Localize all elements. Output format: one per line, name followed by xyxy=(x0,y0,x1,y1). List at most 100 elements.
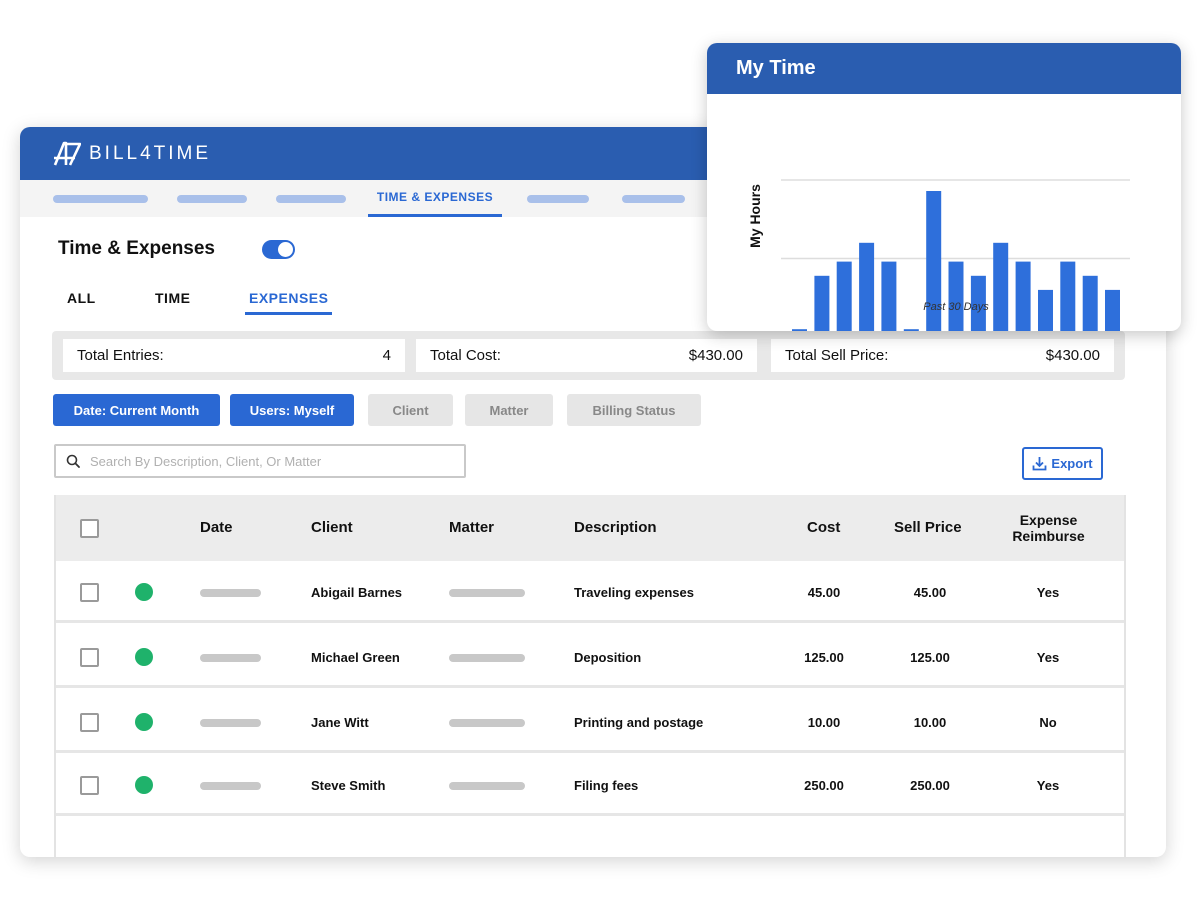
row-checkbox[interactable] xyxy=(80,713,99,732)
chart-bar[interactable] xyxy=(814,275,830,331)
row-description: Deposition xyxy=(574,650,642,665)
date-placeholder xyxy=(200,719,261,727)
subtab-all[interactable]: ALL xyxy=(67,290,96,306)
bill4time-logo-icon xyxy=(53,141,81,166)
search-input[interactable] xyxy=(90,453,450,469)
chart-bar[interactable] xyxy=(1082,275,1098,331)
row-cost: 45.00 xyxy=(807,585,841,600)
status-dot xyxy=(135,648,153,666)
my-hours-chart: My Hours Past 30 Days xyxy=(747,179,1130,331)
my-time-card: My Time My Hours Past 30 Days xyxy=(707,43,1181,331)
date-placeholder xyxy=(200,782,261,790)
subtab-expenses[interactable]: EXPENSES xyxy=(245,290,333,315)
nav-item-placeholder[interactable] xyxy=(527,195,589,203)
chart-bar[interactable] xyxy=(993,242,1009,331)
row-checkbox[interactable] xyxy=(80,583,99,602)
nav-item-placeholder[interactable] xyxy=(276,195,346,203)
chart-y-axis-label: My Hours xyxy=(747,184,763,248)
column-header-sell-price[interactable]: Sell Price xyxy=(894,519,962,536)
filter-users-button[interactable]: Users: Myself xyxy=(230,394,354,426)
row-sell-price: 125.00 xyxy=(910,650,950,665)
matter-placeholder xyxy=(449,654,525,662)
row-checkbox[interactable] xyxy=(80,776,99,795)
chart-bar[interactable] xyxy=(1105,289,1120,331)
table-row[interactable]: Michael Green Deposition 125.00 125.00 Y… xyxy=(56,626,1124,688)
row-checkbox[interactable] xyxy=(80,648,99,667)
subtab-time[interactable]: TIME xyxy=(155,290,190,306)
table-header: Date Client Matter Description Cost Sell… xyxy=(56,495,1124,561)
chart-bar[interactable] xyxy=(881,261,897,331)
filter-matter-button[interactable]: Matter xyxy=(465,394,553,426)
row-sell-price: 250.00 xyxy=(910,778,950,793)
row-reimburse: Yes xyxy=(1036,650,1060,665)
filter-billing-status-button[interactable]: Billing Status xyxy=(567,394,701,426)
column-header-date[interactable]: Date xyxy=(200,519,233,536)
select-all-checkbox[interactable] xyxy=(80,519,99,538)
download-icon xyxy=(1033,457,1047,471)
table-row[interactable]: Abigail Barnes Traveling expenses 45.00 … xyxy=(56,561,1124,623)
nav-item-placeholder[interactable] xyxy=(177,195,247,203)
status-dot xyxy=(135,583,153,601)
total-sell-price-label: Total Sell Price: xyxy=(785,347,889,364)
export-button[interactable]: Export xyxy=(1022,447,1103,480)
row-client: Jane Witt xyxy=(311,715,369,730)
date-placeholder xyxy=(200,654,261,662)
row-reimburse: No xyxy=(1039,715,1057,730)
nav-item-placeholder[interactable] xyxy=(53,195,148,203)
search-icon xyxy=(66,454,80,468)
search-box xyxy=(54,444,466,478)
matter-placeholder xyxy=(449,719,525,727)
row-client: Michael Green xyxy=(311,650,400,665)
column-header-description[interactable]: Description xyxy=(574,519,657,536)
column-header-matter[interactable]: Matter xyxy=(449,519,494,536)
row-cost: 10.00 xyxy=(807,715,841,730)
total-entries: Total Entries: 4 xyxy=(63,339,405,372)
total-cost-label: Total Cost: xyxy=(430,347,501,364)
chart-bar[interactable] xyxy=(859,242,875,331)
column-header-client[interactable]: Client xyxy=(311,519,353,536)
logo-text: BILL4TIME xyxy=(89,143,212,164)
column-header-expense-reimburse[interactable]: Expense Reimburse xyxy=(1001,512,1096,544)
matter-placeholder xyxy=(449,589,525,597)
table-row[interactable]: Jane Witt Printing and postage 10.00 10.… xyxy=(56,691,1124,753)
row-client: Abigail Barnes xyxy=(311,585,403,600)
chart-bar[interactable] xyxy=(1060,261,1076,331)
total-entries-label: Total Entries: xyxy=(77,347,164,364)
expenses-table: Date Client Matter Description Cost Sell… xyxy=(54,495,1126,857)
logo[interactable]: BILL4TIME xyxy=(53,141,211,167)
chart-bar[interactable] xyxy=(903,329,919,331)
chart-title: My Time xyxy=(707,43,1181,94)
chart-bar[interactable] xyxy=(1015,261,1031,331)
view-toggle[interactable] xyxy=(262,240,295,259)
total-entries-value: 4 xyxy=(382,347,391,364)
filter-client-button[interactable]: Client xyxy=(368,394,453,426)
totals-bar: Total Entries: 4 Total Cost: $430.00 Tot… xyxy=(52,331,1125,380)
filter-date-button[interactable]: Date: Current Month xyxy=(53,394,220,426)
row-description: Printing and postage xyxy=(574,715,704,730)
row-cost: 125.00 xyxy=(804,650,844,665)
chart-bar[interactable] xyxy=(948,261,964,331)
chart-bar[interactable] xyxy=(836,261,852,331)
nav-tab-time-expenses[interactable]: TIME & EXPENSES xyxy=(368,180,502,217)
date-placeholder xyxy=(200,589,261,597)
row-reimburse: Yes xyxy=(1036,585,1060,600)
toggle-knob xyxy=(278,242,293,257)
matter-placeholder xyxy=(449,782,525,790)
row-description: Filing fees xyxy=(574,778,639,793)
chart-x-axis-label: Past 30 Days xyxy=(923,301,989,313)
table-row[interactable]: Steve Smith Filing fees 250.00 250.00 Ye… xyxy=(56,754,1124,816)
chart-bar[interactable] xyxy=(1038,289,1053,331)
status-dot xyxy=(135,776,153,794)
chart-bar[interactable] xyxy=(792,329,807,331)
row-reimburse: Yes xyxy=(1036,778,1060,793)
column-header-cost[interactable]: Cost xyxy=(807,519,840,536)
row-sell-price: 10.00 xyxy=(913,715,947,730)
total-cost: Total Cost: $430.00 xyxy=(416,339,757,372)
row-client: Steve Smith xyxy=(311,778,386,793)
total-sell-price: Total Sell Price: $430.00 xyxy=(771,339,1114,372)
status-dot xyxy=(135,713,153,731)
page-title: Time & Expenses xyxy=(58,238,216,259)
total-sell-price-value: $430.00 xyxy=(1045,347,1100,364)
nav-item-placeholder[interactable] xyxy=(622,195,685,203)
row-description: Traveling expenses xyxy=(574,585,694,600)
